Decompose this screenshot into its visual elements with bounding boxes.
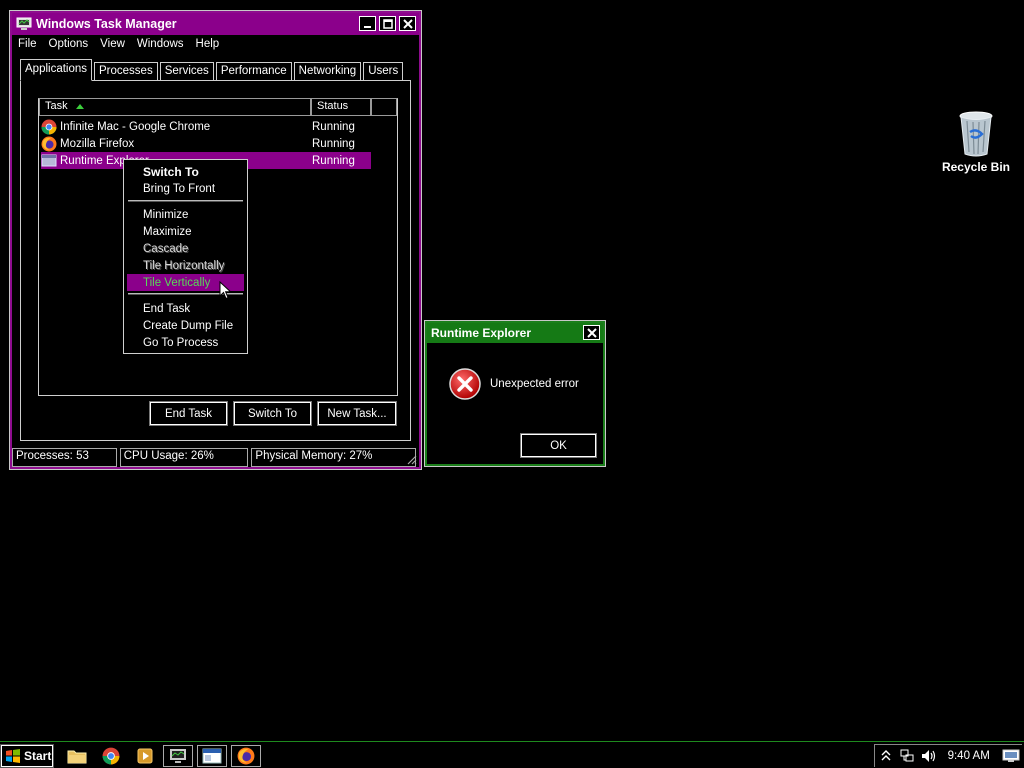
menu-item-minimize[interactable]: Minimize bbox=[127, 206, 244, 223]
show-desktop-button[interactable] bbox=[1000, 746, 1022, 766]
recycle-bin-icon bbox=[958, 110, 994, 158]
network-status-button[interactable] bbox=[897, 746, 919, 766]
sort-ascending-icon bbox=[76, 104, 84, 109]
taskbar: Start 9:40 AM bbox=[0, 741, 1024, 768]
folder-icon bbox=[67, 750, 87, 764]
dialog-close-button[interactable] bbox=[583, 325, 600, 340]
task-manager-titlebar[interactable]: Windows Task Manager bbox=[12, 13, 419, 35]
firefox-icon bbox=[237, 747, 255, 765]
mouse-pointer-icon bbox=[219, 281, 232, 300]
taskbar-media-player-button[interactable] bbox=[130, 745, 160, 767]
media-player-icon bbox=[137, 748, 153, 764]
menu-help[interactable]: Help bbox=[190, 36, 226, 54]
tab-processes[interactable]: Processes bbox=[94, 62, 158, 81]
menu-item-cascade[interactable]: Cascade bbox=[127, 240, 244, 257]
new-task-button[interactable]: New Task... bbox=[317, 401, 397, 426]
menu-view[interactable]: View bbox=[94, 36, 131, 54]
close-button[interactable] bbox=[399, 16, 416, 31]
dialog-titlebar[interactable]: Runtime Explorer bbox=[427, 323, 603, 343]
switch-to-button[interactable]: Switch To bbox=[233, 401, 312, 426]
task-row-chrome[interactable]: Infinite Mac - Google Chrome Running bbox=[41, 118, 371, 135]
speaker-icon bbox=[921, 750, 935, 762]
menu-item-go-to-process[interactable]: Go To Process bbox=[127, 334, 244, 351]
minimize-button[interactable] bbox=[359, 16, 376, 31]
start-label: Start bbox=[24, 749, 52, 763]
tab-applications[interactable]: Applications bbox=[20, 59, 93, 81]
menu-options[interactable]: Options bbox=[43, 36, 95, 54]
ok-button[interactable]: OK bbox=[520, 433, 597, 458]
clock[interactable]: 9:40 AM bbox=[948, 750, 1001, 762]
menu-file[interactable]: File bbox=[12, 36, 43, 54]
processes-count: Processes: 53 bbox=[12, 448, 117, 467]
tab-services[interactable]: Services bbox=[159, 62, 214, 81]
column-status-label: Status bbox=[317, 100, 349, 112]
taskbar-firefox-button[interactable] bbox=[231, 745, 261, 767]
firefox-icon bbox=[41, 136, 57, 152]
task-status: Running bbox=[312, 154, 355, 167]
chrome-icon bbox=[102, 747, 120, 765]
menu-item-tile-horizontally[interactable]: Tile Horizontally bbox=[127, 257, 244, 274]
window-icon bbox=[41, 153, 57, 169]
menu-separator bbox=[128, 200, 243, 202]
error-message: Unexpected error bbox=[490, 378, 579, 390]
recycle-bin-shortcut[interactable]: Recycle Bin bbox=[936, 110, 1016, 174]
column-header-task[interactable]: Task bbox=[39, 99, 311, 116]
menu-item-switch-to[interactable]: Switch To bbox=[127, 163, 244, 180]
maximize-button[interactable] bbox=[379, 16, 396, 31]
window-title: Windows Task Manager bbox=[36, 17, 177, 31]
taskbar-explorer-button[interactable] bbox=[62, 745, 92, 767]
window-icon bbox=[202, 748, 222, 764]
task-manager-icon bbox=[170, 749, 186, 763]
windows-logo-icon bbox=[6, 749, 20, 763]
monitor-icon bbox=[1002, 749, 1020, 762]
volume-button[interactable] bbox=[918, 746, 940, 766]
task-list-header: Task Status bbox=[39, 99, 397, 116]
cpu-usage: CPU Usage: 26% bbox=[119, 448, 249, 467]
status-bar: Processes: 53 CPU Usage: 26% Physical Me… bbox=[12, 448, 419, 467]
column-header-filler bbox=[371, 99, 397, 116]
network-icon bbox=[900, 749, 914, 762]
error-icon bbox=[449, 368, 481, 400]
tab-performance[interactable]: Performance bbox=[215, 62, 292, 81]
dialog-title: Runtime Explorer bbox=[431, 326, 532, 340]
tab-networking[interactable]: Networking bbox=[293, 62, 362, 81]
task-row-firefox[interactable]: Mozilla Firefox Running bbox=[41, 135, 371, 152]
menu-item-create-dump-file[interactable]: Create Dump File bbox=[127, 317, 244, 334]
tab-strip: Applications Processes Services Performa… bbox=[20, 59, 405, 81]
taskbar-runtime-explorer-button[interactable] bbox=[197, 745, 227, 767]
menu-item-maximize[interactable]: Maximize bbox=[127, 223, 244, 240]
context-menu: Switch To Bring To Front Minimize Maximi… bbox=[123, 159, 248, 354]
recycle-bin-label: Recycle Bin bbox=[941, 160, 1011, 174]
tab-users[interactable]: Users bbox=[363, 62, 404, 81]
column-task-label: Task bbox=[45, 100, 68, 112]
chevron-up-icon bbox=[881, 750, 891, 761]
start-button[interactable]: Start bbox=[0, 744, 54, 768]
menu-windows[interactable]: Windows bbox=[131, 36, 190, 54]
chrome-icon bbox=[41, 119, 57, 135]
resize-grip-icon[interactable] bbox=[405, 453, 417, 465]
task-name: Infinite Mac - Google Chrome bbox=[60, 120, 211, 133]
taskbar-task-manager-button[interactable] bbox=[163, 745, 193, 767]
taskbar-chrome-button[interactable] bbox=[96, 745, 126, 767]
task-name: Mozilla Firefox bbox=[60, 137, 135, 150]
show-hidden-icons-button[interactable] bbox=[875, 746, 897, 766]
task-status: Running bbox=[312, 137, 355, 150]
end-task-button[interactable]: End Task bbox=[149, 401, 228, 426]
task-manager-icon bbox=[16, 17, 32, 31]
task-status: Running bbox=[312, 120, 355, 133]
system-tray: 9:40 AM bbox=[874, 744, 1022, 767]
menu-item-bring-to-front[interactable]: Bring To Front bbox=[127, 180, 244, 197]
menu-item-end-task[interactable]: End Task bbox=[127, 300, 244, 317]
menu-bar: File Options View Windows Help bbox=[12, 36, 225, 54]
column-header-status[interactable]: Status bbox=[311, 99, 371, 116]
physical-memory: Physical Memory: 27% bbox=[251, 448, 416, 467]
error-dialog: Runtime Explorer Unexpected error OK bbox=[424, 320, 606, 467]
